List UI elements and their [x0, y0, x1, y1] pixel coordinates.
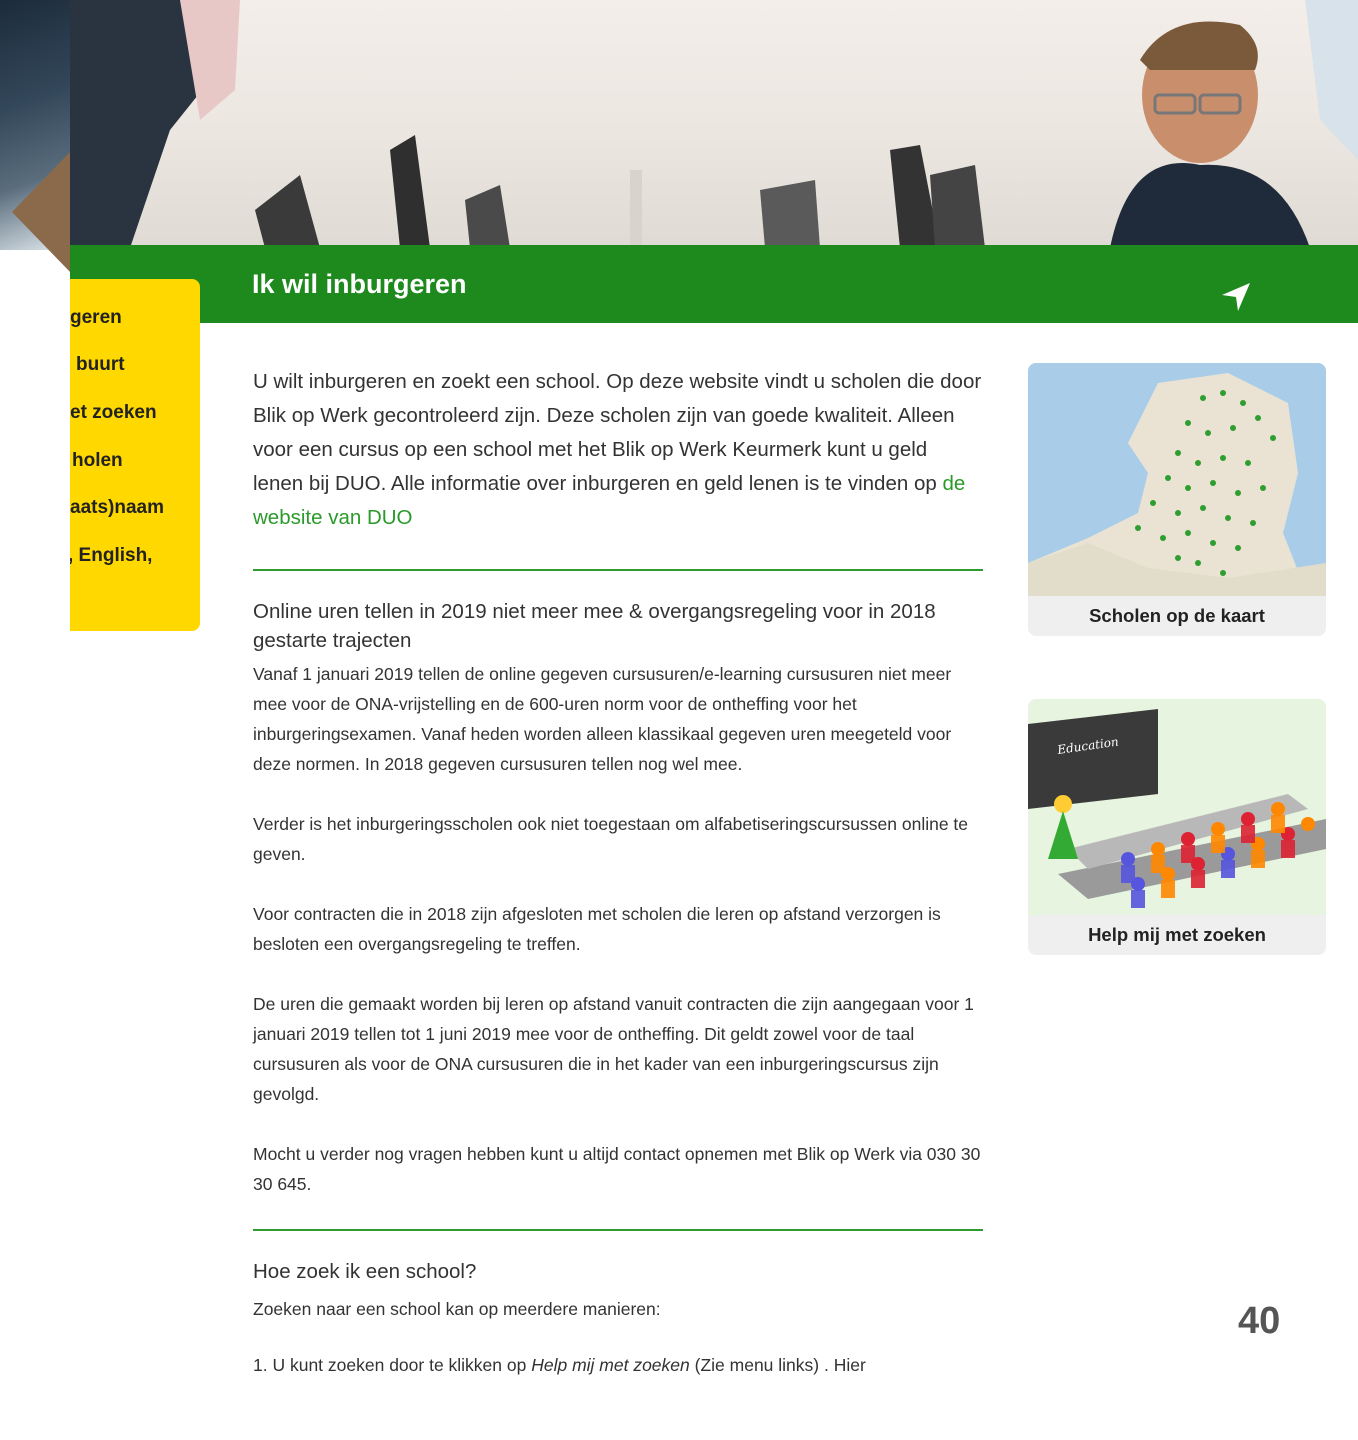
- side-menu-item-buurt[interactable]: buurt: [76, 354, 125, 376]
- how-to-title: Hoe zoek ik een school?: [253, 1260, 477, 1283]
- side-menu: geren buurt et zoeken holen aats)naam , …: [70, 279, 200, 631]
- how-to-item-1: 1. U kunt zoeken door te klikken op Help…: [253, 1350, 983, 1380]
- map-card[interactable]: Scholen op de kaart: [1028, 363, 1326, 636]
- section-divider: [253, 569, 983, 571]
- side-menu-item-scholen[interactable]: holen: [72, 450, 123, 472]
- hero-image: [70, 0, 1358, 248]
- classroom-illustration: Education: [1028, 699, 1326, 915]
- page-title: Ik wil inburgeren: [252, 269, 467, 299]
- news-paragraph: Verder is het inburgeringsscholen ook ni…: [253, 814, 969, 864]
- page-number: 40: [1238, 1300, 1281, 1342]
- news-paragraph: De uren die gemaakt worden bij leren op …: [253, 994, 974, 1104]
- section-divider: [253, 1229, 983, 1231]
- side-menu-item-zoeken[interactable]: et zoeken: [70, 402, 157, 424]
- help-card[interactable]: Education Help mij met zoeken: [1028, 699, 1326, 955]
- how-to-lead: Zoeken naar een school kan op meerdere m…: [253, 1299, 661, 1319]
- side-menu-item-inburgeren[interactable]: geren: [70, 307, 122, 329]
- navigation-arrow-icon[interactable]: [1220, 281, 1252, 313]
- how-to-item-1-prefix: 1. U kunt zoeken door te klikken op: [253, 1355, 532, 1375]
- intro-paragraph: U wilt inburgeren en zoekt een school. O…: [253, 365, 983, 535]
- title-band: Ik wil inburgeren: [70, 245, 1358, 323]
- news-paragraph: Vanaf 1 januari 2019 tellen de online ge…: [253, 664, 952, 774]
- map-card-caption[interactable]: Scholen op de kaart: [1028, 596, 1326, 636]
- how-to-item-1-suffix: (Zie menu links) . Hier: [689, 1355, 866, 1375]
- news-paragraph: Voor contracten die in 2018 zijn afgeslo…: [253, 904, 941, 954]
- main-content: U wilt inburgeren en zoekt een school. O…: [253, 365, 983, 1380]
- help-card-caption[interactable]: Help mij met zoeken: [1028, 915, 1326, 955]
- news-paragraph: Mocht u verder nog vragen hebben kunt u …: [253, 1144, 981, 1194]
- hero-photo-illustration: [70, 0, 1358, 248]
- side-menu-item-languages[interactable]: , English,: [70, 545, 152, 567]
- help-mij-link-text: Help mij met zoeken: [531, 1355, 690, 1375]
- side-menu-item-plaatsnaam[interactable]: aats)naam: [70, 497, 164, 519]
- news-title: Online uren tellen in 2019 niet meer mee…: [253, 600, 936, 652]
- back-arrow-decoration: [12, 150, 72, 274]
- intro-text: U wilt inburgeren en zoekt een school. O…: [253, 370, 982, 495]
- netherlands-map-image: [1028, 363, 1326, 596]
